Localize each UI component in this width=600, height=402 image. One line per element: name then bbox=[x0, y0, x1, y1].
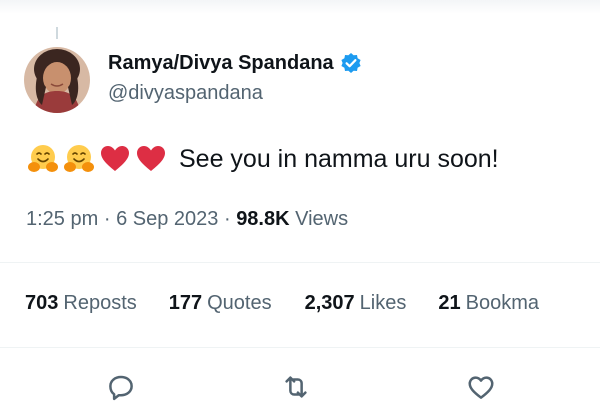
reposts-stat[interactable]: 703 Reposts bbox=[25, 292, 137, 315]
verified-badge-icon[interactable] bbox=[340, 52, 362, 74]
divider bbox=[0, 347, 600, 348]
repost-icon[interactable] bbox=[281, 372, 311, 402]
tweet-stats: 703 Reposts 177 Quotes 2,307 Likes 21 Bo… bbox=[25, 292, 539, 315]
likes-label: Likes bbox=[359, 292, 407, 314]
reposts-label: Reposts bbox=[63, 292, 137, 314]
author-name-row: Ramya/Divya Spandana bbox=[108, 50, 362, 76]
meta-separator: · bbox=[223, 208, 231, 230]
bookmarks-stat[interactable]: 21 Bookma bbox=[438, 292, 539, 315]
bookmarks-count: 21 bbox=[438, 292, 461, 314]
hugging-face-emoji bbox=[63, 143, 95, 175]
likes-count: 2,307 bbox=[304, 292, 355, 314]
tweet-text: See you in namma uru soon! bbox=[179, 144, 499, 173]
tweet-meta: 1:25 pm · 6 Sep 2023 · 98.8K Views bbox=[26, 208, 348, 231]
author-name[interactable]: Ramya/Divya Spandana bbox=[108, 52, 334, 75]
divider bbox=[0, 262, 600, 263]
avatar[interactable] bbox=[24, 47, 90, 113]
tweet-time[interactable]: 1:25 pm bbox=[26, 208, 98, 230]
red-heart-emoji bbox=[135, 143, 167, 175]
like-icon[interactable] bbox=[466, 372, 496, 402]
bookmarks-label: Bookma bbox=[465, 292, 539, 314]
quotes-count: 177 bbox=[168, 292, 203, 314]
tweet-date[interactable]: 6 Sep 2023 bbox=[116, 208, 218, 230]
author-handle[interactable]: @divyaspandana bbox=[108, 82, 362, 105]
quotes-label: Quotes bbox=[207, 292, 272, 314]
red-heart-emoji bbox=[99, 143, 131, 175]
meta-separator: · bbox=[103, 208, 111, 230]
top-fade bbox=[0, 0, 600, 14]
reply-icon[interactable] bbox=[106, 372, 136, 402]
hugging-face-emoji bbox=[27, 143, 59, 175]
views-label: Views bbox=[295, 208, 349, 230]
likes-stat[interactable]: 2,307 Likes bbox=[305, 292, 407, 315]
quotes-stat[interactable]: 177 Quotes bbox=[169, 292, 272, 315]
tweet-body: See you in namma uru soon! bbox=[27, 143, 499, 175]
tweet-author: Ramya/Divya Spandana @divyaspandana bbox=[108, 50, 362, 105]
views-count: 98.8K bbox=[236, 208, 290, 230]
thread-line bbox=[56, 27, 58, 39]
reposts-count: 703 bbox=[25, 292, 59, 314]
